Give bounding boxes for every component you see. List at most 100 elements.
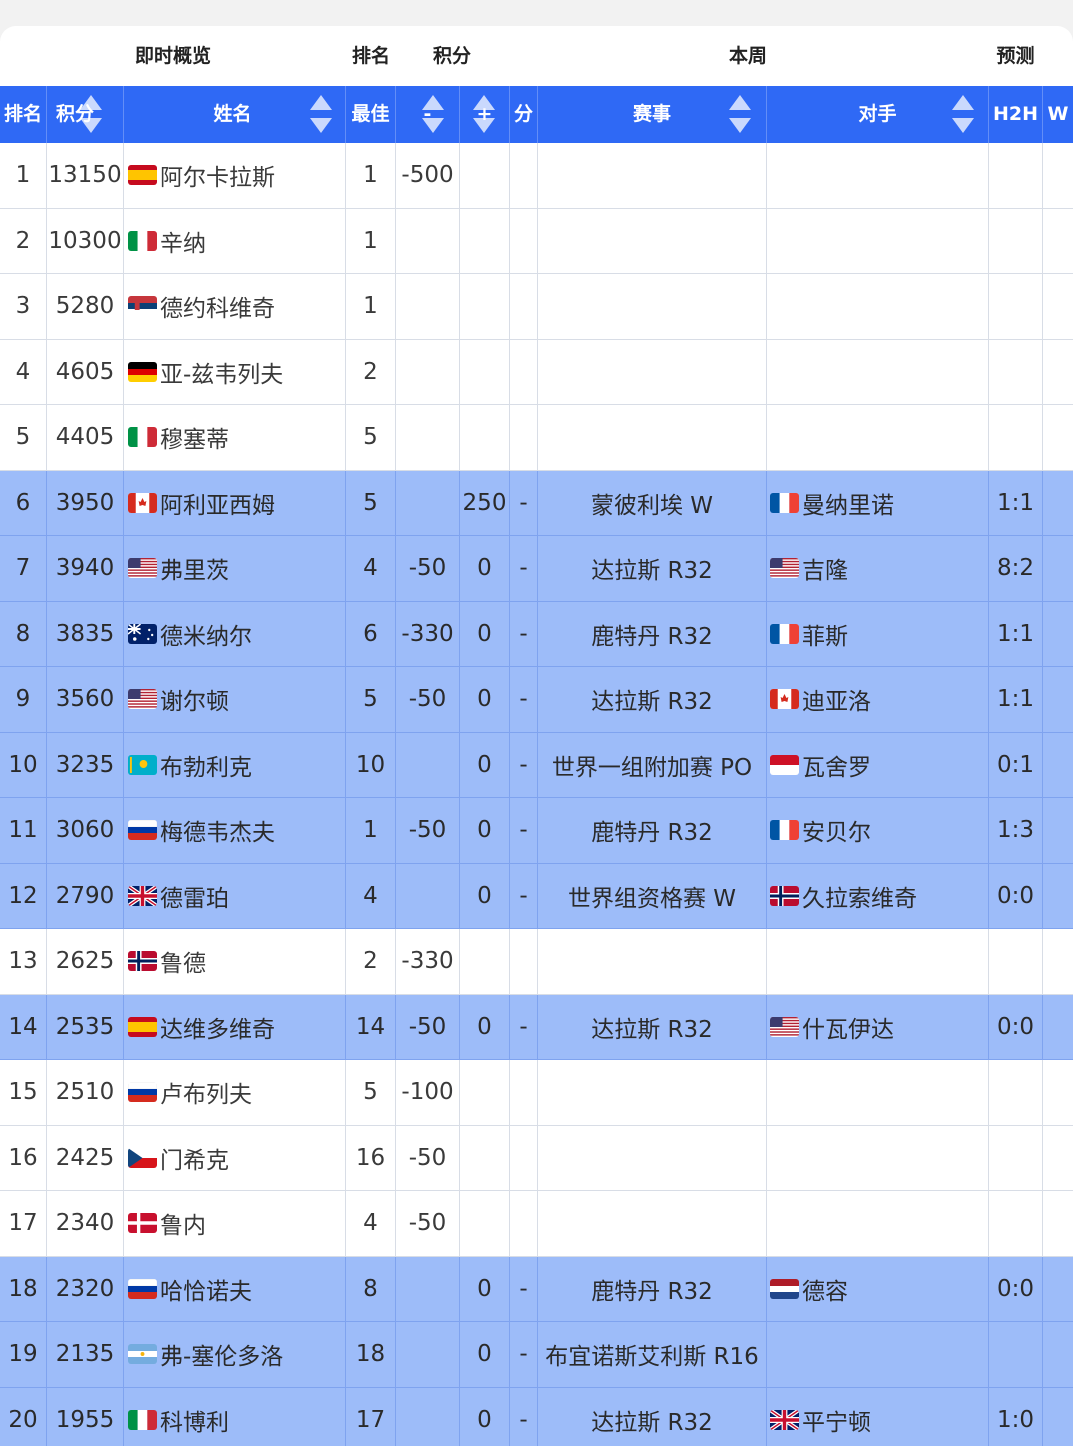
points-cell: 2535 bbox=[47, 994, 124, 1059]
h2h-cell: 1:1 bbox=[989, 601, 1043, 666]
forecast-w-cell bbox=[1043, 1322, 1073, 1387]
rank-cell: 7 bbox=[0, 536, 47, 601]
points-gain-cell bbox=[460, 339, 510, 404]
column-header-points[interactable]: 积分 bbox=[47, 86, 124, 143]
table-row[interactable]: 7 3940 弗里茨 4 -50 0- 达拉斯 R32 吉隆 8:2 bbox=[0, 536, 1073, 602]
points-drop-cell: -50 bbox=[396, 798, 460, 863]
opponent-cell: 安贝尔 bbox=[767, 798, 989, 863]
table-row[interactable]: 15 2510 卢布列夫 5 -100 bbox=[0, 1060, 1073, 1126]
table-row[interactable]: 20 1955 科博利 17 0- 达拉斯 R32 平宁顿 1:0 bbox=[0, 1387, 1073, 1446]
points-net-cell bbox=[510, 1191, 538, 1256]
h2h-cell bbox=[989, 1322, 1043, 1387]
table-row[interactable]: 17 2340 鲁内 4 -50 bbox=[0, 1191, 1073, 1257]
points-net-cell: - bbox=[510, 1256, 538, 1321]
points-cell: 3940 bbox=[47, 536, 124, 601]
player-name-cell: 德约科维奇 bbox=[124, 274, 346, 339]
table-row[interactable]: 3 5280 德约科维奇 1 bbox=[0, 274, 1073, 340]
points-net-cell bbox=[510, 405, 538, 470]
table-row[interactable]: 4 4605 亚-兹韦列夫 2 bbox=[0, 339, 1073, 405]
table-row[interactable]: 1 13150 阿尔卡拉斯 1 -500 bbox=[0, 143, 1073, 209]
table-row[interactable]: 19 2135 弗-塞伦多洛 18 0- 布宜诺斯艾利斯 R16 bbox=[0, 1322, 1073, 1388]
rank-cell: 15 bbox=[0, 1060, 47, 1125]
russia-flag-icon bbox=[128, 1278, 157, 1299]
table-row[interactable]: 6 3950 阿利亚西姆 5 250- 蒙彼利埃 W 曼纳里诺 1:1 bbox=[0, 470, 1073, 536]
opponent-cell: 曼纳里诺 bbox=[767, 470, 989, 535]
rank-cell: 2 bbox=[0, 208, 47, 273]
table-row[interactable]: 14 2535 达维多维奇 14 -50 0- 达拉斯 R32 什瓦伊达 0:0 bbox=[0, 994, 1073, 1060]
canada-flag-icon bbox=[128, 492, 157, 513]
column-header-w-label: W bbox=[1047, 103, 1069, 125]
rank-cell: 9 bbox=[0, 667, 47, 732]
column-header-event-label: 赛事 bbox=[632, 103, 671, 125]
opponent-cell bbox=[767, 1125, 989, 1190]
forecast-w-cell bbox=[1043, 405, 1073, 470]
player-name: 德约科维奇 bbox=[160, 296, 275, 323]
rank-cell: 13 bbox=[0, 929, 47, 994]
column-header-event[interactable]: 赛事 bbox=[538, 86, 767, 143]
h2h-cell: 0:0 bbox=[989, 863, 1043, 928]
kazakhstan-flag-icon bbox=[128, 754, 157, 775]
player-name-cell: 卢布列夫 bbox=[124, 1060, 346, 1125]
points-drop-cell: -50 bbox=[396, 1125, 460, 1190]
player-name-cell: 哈恰诺夫 bbox=[124, 1256, 346, 1321]
column-header-rank-label: 排名 bbox=[3, 103, 42, 125]
opponent-name: 什瓦伊达 bbox=[802, 1016, 894, 1043]
opponent-cell: 吉隆 bbox=[767, 536, 989, 601]
group-header-this-week: 本周 bbox=[728, 45, 767, 67]
player-name-cell: 德雷珀 bbox=[124, 863, 346, 928]
table-row[interactable]: 10 3235 布勃利克 10 0- 世界一组附加赛 PO 瓦舍罗 0:1 bbox=[0, 732, 1073, 798]
column-header-name[interactable]: 姓名 bbox=[124, 86, 346, 143]
points-gain-cell: 0 bbox=[460, 1256, 510, 1321]
table-row[interactable]: 13 2625 鲁德 2 -330 bbox=[0, 929, 1073, 995]
table-row[interactable]: 11 3060 梅德韦杰夫 1 -50 0- 鹿特丹 R32 安贝尔 1:3 bbox=[0, 798, 1073, 864]
points-gain-cell: 0 bbox=[460, 601, 510, 666]
table-row[interactable]: 9 3560 谢尔顿 5 -50 0- 达拉斯 R32 迪亚洛 1:1 bbox=[0, 667, 1073, 733]
denmark-flag-icon bbox=[128, 1213, 157, 1234]
column-header-best-label: 最佳 bbox=[351, 103, 390, 125]
forecast-w-cell bbox=[1043, 143, 1073, 208]
table-row[interactable]: 2 10300 辛纳 1 bbox=[0, 208, 1073, 274]
opponent-name: 安贝尔 bbox=[802, 820, 871, 847]
h2h-cell bbox=[989, 405, 1043, 470]
player-name-cell: 弗-塞伦多洛 bbox=[124, 1322, 346, 1387]
points-cell: 2135 bbox=[47, 1322, 124, 1387]
player-name-cell: 弗里茨 bbox=[124, 536, 346, 601]
column-header-h2h[interactable]: H2H bbox=[989, 86, 1043, 143]
column-header-minus[interactable]: - bbox=[396, 86, 460, 143]
column-header-opponent[interactable]: 对手 bbox=[767, 86, 989, 143]
player-name: 弗-塞伦多洛 bbox=[160, 1344, 284, 1371]
points-drop-cell: -330 bbox=[396, 601, 460, 666]
italy-flag-icon bbox=[128, 230, 157, 251]
points-cell: 2790 bbox=[47, 863, 124, 928]
column-header-rank[interactable]: 排名 bbox=[0, 86, 47, 143]
event-cell bbox=[538, 274, 767, 339]
table-row[interactable]: 18 2320 哈恰诺夫 8 0- 鹿特丹 R32 德容 0:0 bbox=[0, 1256, 1073, 1322]
table-row[interactable]: 8 3835 德米纳尔 6 -330 0- 鹿特丹 R32 菲斯 1:1 bbox=[0, 601, 1073, 667]
column-header-plus-label: + bbox=[476, 103, 493, 125]
argentina-flag-icon bbox=[128, 1344, 157, 1365]
points-drop-cell: -330 bbox=[396, 929, 460, 994]
table-row[interactable]: 5 4405 穆塞蒂 5 bbox=[0, 405, 1073, 471]
usa-flag-icon bbox=[128, 558, 157, 579]
column-header-plus[interactable]: + bbox=[460, 86, 510, 143]
best-rank-cell: 1 bbox=[346, 143, 396, 208]
column-header-fen[interactable]: 分 bbox=[510, 86, 538, 143]
column-header-best[interactable]: 最佳 bbox=[346, 86, 396, 143]
france-flag-icon bbox=[770, 623, 799, 644]
points-drop-cell bbox=[396, 470, 460, 535]
forecast-w-cell bbox=[1043, 1060, 1073, 1125]
table-row[interactable]: 16 2425 门希克 16 -50 bbox=[0, 1125, 1073, 1191]
column-header-w[interactable]: W bbox=[1043, 86, 1073, 143]
points-gain-cell bbox=[460, 405, 510, 470]
table-row[interactable]: 12 2790 德雷珀 4 0- 世界组资格赛 W 久拉索维奇 0:0 bbox=[0, 863, 1073, 929]
points-drop-cell bbox=[396, 732, 460, 797]
points-net-cell: - bbox=[510, 601, 538, 666]
player-name: 弗里茨 bbox=[160, 558, 229, 585]
points-gain-cell bbox=[460, 274, 510, 339]
opponent-name: 平宁顿 bbox=[802, 1409, 871, 1436]
points-gain-cell: 0 bbox=[460, 1322, 510, 1387]
rank-cell: 10 bbox=[0, 732, 47, 797]
points-gain-cell: 0 bbox=[460, 863, 510, 928]
points-drop-cell bbox=[396, 1387, 460, 1446]
best-rank-cell: 5 bbox=[346, 667, 396, 732]
